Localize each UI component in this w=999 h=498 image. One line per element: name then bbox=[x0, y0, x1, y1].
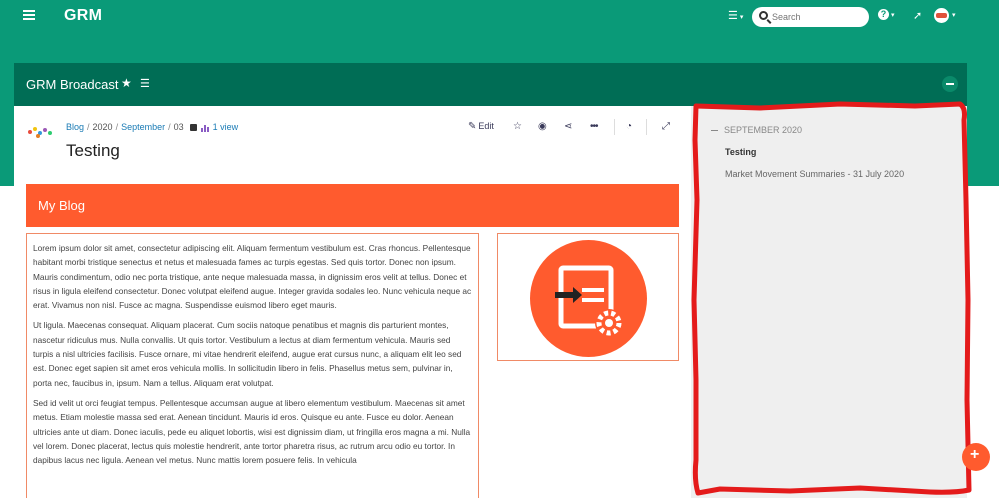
body-paragraph: Sed id velit ut orci feugiat tempus. Pel… bbox=[33, 397, 471, 466]
search-input[interactable] bbox=[772, 9, 862, 25]
expand-icon[interactable]: ⤢ bbox=[662, 121, 670, 132]
view-count: 1 view bbox=[212, 122, 239, 132]
collapse-button[interactable] bbox=[942, 76, 958, 92]
star-icon[interactable]: ★ bbox=[121, 76, 132, 90]
blog-banner: My Blog bbox=[26, 184, 679, 227]
blog-entry-card: Blog/2020/September/03 1 view Testing ✎ Ed… bbox=[14, 106, 691, 498]
list-icon[interactable]: ☰ ▾ bbox=[728, 9, 743, 22]
add-button[interactable]: + bbox=[962, 443, 990, 471]
breadcrumb-month[interactable]: September bbox=[121, 122, 165, 132]
archive-sidebar: SEPTEMBER 2020 Testing Market Movement S… bbox=[691, 106, 967, 498]
entry-image bbox=[497, 233, 679, 361]
breadcrumb: Blog/2020/September/03 1 view bbox=[66, 122, 239, 132]
eye-icon[interactable]: ◉ bbox=[538, 121, 547, 132]
options-icon[interactable]: ☰ bbox=[140, 77, 150, 90]
sidebar-item-testing[interactable]: Testing bbox=[725, 147, 756, 157]
breadcrumb-year: 2020 bbox=[92, 122, 113, 132]
avatar[interactable] bbox=[934, 8, 949, 23]
sidebar-item-market-summary[interactable]: Market Movement Summaries - 31 July 2020 bbox=[725, 169, 904, 179]
share-icon[interactable]: ⋖ bbox=[564, 121, 572, 132]
portlet-header: GRM Broadcast ★ ☰ bbox=[14, 63, 967, 106]
lock-icon bbox=[189, 124, 197, 131]
breadcrumb-blog[interactable]: Blog bbox=[66, 122, 84, 132]
chevron-down-icon[interactable]: ▾ bbox=[891, 11, 895, 19]
portlet-title: GRM Broadcast bbox=[26, 77, 119, 92]
archive-group[interactable]: SEPTEMBER 2020 bbox=[711, 125, 802, 135]
archive-group-label: SEPTEMBER 2020 bbox=[724, 125, 803, 135]
plus-icon: + bbox=[970, 446, 980, 463]
collapse-icon bbox=[711, 130, 718, 132]
toolbar-divider bbox=[614, 119, 615, 135]
body-paragraph: Lorem ipsum dolor sit amet, consectetur … bbox=[33, 243, 472, 311]
toolbar-divider bbox=[646, 119, 647, 135]
rss-icon[interactable]: ◔ bbox=[626, 121, 632, 132]
edit-button[interactable]: ✎ Edit bbox=[468, 121, 494, 132]
entry-title: Testing bbox=[66, 141, 120, 160]
document-settings-icon bbox=[530, 240, 647, 357]
breadcrumb-day: 03 bbox=[173, 122, 184, 132]
pencil-icon: ✎ bbox=[468, 121, 477, 132]
body-paragraph: Ut ligula. Maecenas consequat. Aliquam p… bbox=[33, 320, 462, 388]
search-box[interactable] bbox=[752, 7, 869, 27]
bar-chart-icon bbox=[200, 122, 210, 132]
rocket-icon[interactable]: ➚ bbox=[913, 9, 922, 22]
more-icon[interactable]: ••• bbox=[590, 121, 598, 132]
blog-logo bbox=[28, 126, 54, 138]
banner-title: My Blog bbox=[38, 198, 85, 213]
entry-body: Lorem ipsum dolor sit amet, consectetur … bbox=[26, 233, 479, 498]
brand-logo[interactable]: GRM bbox=[64, 7, 102, 25]
search-icon bbox=[759, 11, 768, 20]
menu-icon[interactable] bbox=[23, 10, 35, 20]
chevron-down-icon[interactable]: ▾ bbox=[952, 11, 956, 19]
edit-label: Edit bbox=[478, 121, 494, 131]
help-icon[interactable]: ? bbox=[878, 9, 889, 20]
star-icon[interactable]: ☆ bbox=[513, 121, 522, 132]
